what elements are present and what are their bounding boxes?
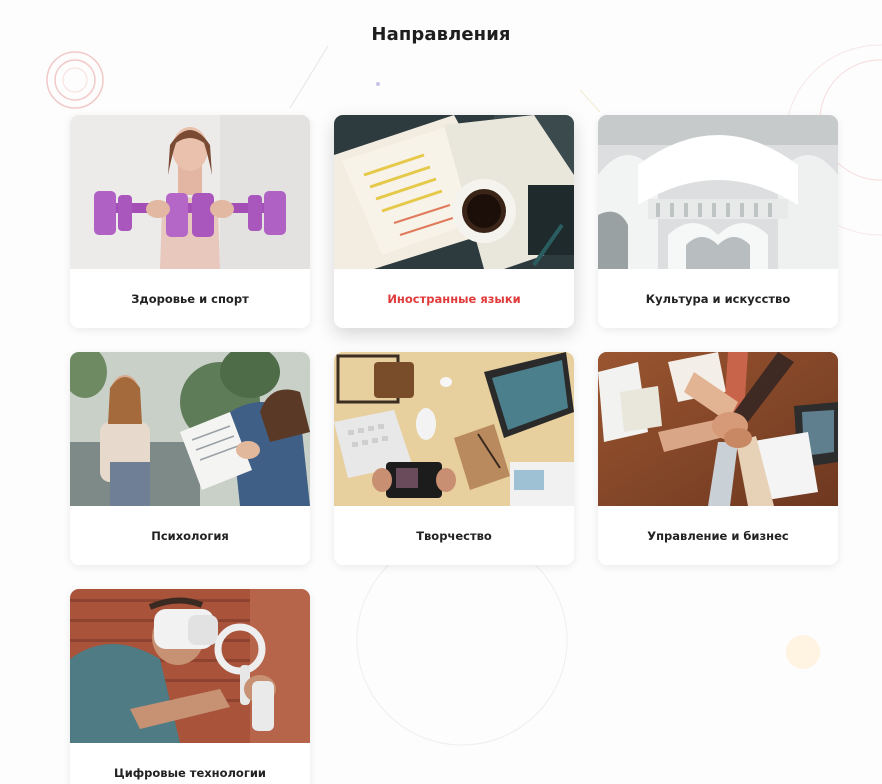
direction-card-management-business[interactable]: Управление и бизнес	[598, 352, 838, 565]
card-label: Психология	[151, 528, 229, 543]
card-label: Творчество	[416, 528, 492, 543]
card-label: Здоровье и спорт	[131, 291, 249, 306]
card-label: Иностранные языки	[387, 291, 521, 306]
card-image-health-sport	[70, 115, 310, 269]
direction-card-health-sport[interactable]: Здоровье и спорт	[70, 115, 310, 328]
card-image-culture-art	[598, 115, 838, 269]
directions-grid: Здоровье и спорт Иностранные языки Культ…	[70, 115, 838, 784]
card-image-management-business	[598, 352, 838, 506]
card-image-digital-technologies	[70, 589, 310, 743]
direction-card-digital-technologies[interactable]: Цифровые технологии	[70, 589, 310, 784]
page-title: Направления	[371, 24, 511, 45]
card-image-foreign-languages	[334, 115, 574, 269]
card-label: Управление и бизнес	[647, 528, 789, 543]
direction-card-psychology[interactable]: Психология	[70, 352, 310, 565]
direction-card-culture-art[interactable]: Культура и искусство	[598, 115, 838, 328]
direction-card-creativity[interactable]: Творчество	[334, 352, 574, 565]
card-label: Культура и искусство	[645, 291, 791, 306]
card-label: Цифровые технологии	[114, 765, 266, 780]
card-image-creativity	[334, 352, 574, 506]
direction-card-foreign-languages[interactable]: Иностранные языки	[334, 115, 574, 328]
card-image-psychology	[70, 352, 310, 506]
